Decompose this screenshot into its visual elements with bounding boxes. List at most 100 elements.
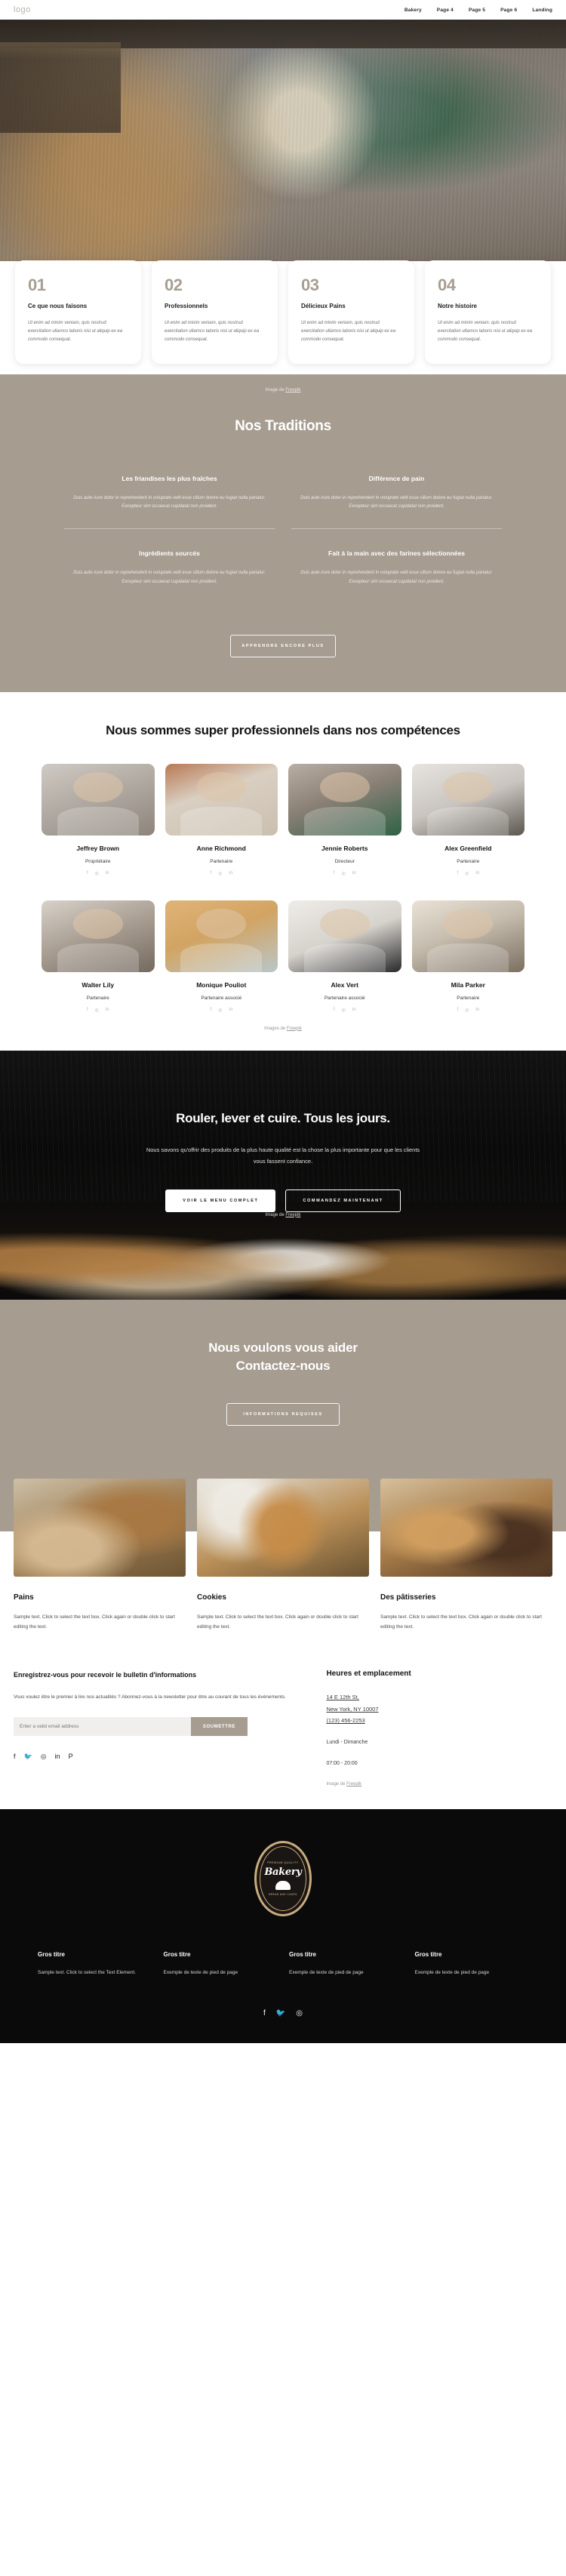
product-title: Des pâtisseries xyxy=(380,1593,436,1602)
team-member-role: Partenaire associé xyxy=(324,995,365,1001)
team-member[interactable]: Jeffrey Brown Propriétaire f ◎ in xyxy=(42,763,155,876)
linkedin-icon[interactable]: in xyxy=(229,1008,232,1013)
site-logo[interactable]: logo xyxy=(14,5,31,14)
team-member-social: f ◎ in xyxy=(288,1008,401,1013)
footer-column-text: Exemple de texte de pied de page xyxy=(414,1969,490,1975)
team-member[interactable]: Anne Richmond Partenaire f ◎ in xyxy=(165,763,278,876)
product-image-breads xyxy=(14,1478,186,1577)
instagram-icon[interactable]: ◎ xyxy=(218,1008,222,1013)
team-member[interactable]: Mila Parker Partenaire f ◎ in xyxy=(411,900,524,1013)
feature-card[interactable]: 04 Notre histoire Ut enim ad minim venia… xyxy=(425,260,551,365)
team-member[interactable]: Jennie Roberts Directeur f ◎ in xyxy=(288,763,401,876)
required-info-button[interactable]: INFORMATIONS REQUISES xyxy=(226,1402,340,1426)
product-text: Sample text. Click to select the text bo… xyxy=(197,1614,358,1630)
facebook-icon[interactable]: f xyxy=(457,871,458,876)
feature-card[interactable]: 03 Délicieux Pains Ut enim ad minim veni… xyxy=(288,260,414,365)
bakery-badge-logo[interactable]: PREMIUM QUALITY Bakery BREAD AND CAKES xyxy=(254,1840,312,1916)
team-member-photo xyxy=(165,763,278,836)
facebook-icon[interactable]: f xyxy=(457,1008,458,1013)
feature-card-number: 02 xyxy=(165,275,183,294)
nav-item-page-4[interactable]: Page 4 xyxy=(437,8,454,13)
address-line-1[interactable]: 14 E 12th St, xyxy=(326,1691,552,1703)
products-section: Pains Sample text. Click to select the t… xyxy=(0,1461,566,1632)
products-grid: Pains Sample text. Click to select the t… xyxy=(0,1462,566,1632)
team-member-social: f ◎ in xyxy=(412,871,525,876)
footer-badge-wrap: PREMIUM QUALITY Bakery BREAD AND CAKES xyxy=(0,1840,566,1916)
product-image-pastries xyxy=(380,1478,552,1577)
team-member-social: f ◎ in xyxy=(288,871,401,876)
nav-item-bakery[interactable]: Bakery xyxy=(405,8,422,13)
tradition-item: Ingrédients sourcés Duis aute irure dolo… xyxy=(64,529,275,603)
linkedin-icon[interactable]: in xyxy=(352,871,356,876)
twitter-icon[interactable]: 🐦 xyxy=(24,1753,32,1761)
feature-card[interactable]: 02 Professionnels Ut enim ad minim venia… xyxy=(152,260,278,365)
feature-card-title: Délicieux Pains xyxy=(301,303,346,309)
footer-column-text: Exemple de texte de pied de page xyxy=(289,1969,364,1975)
facebook-icon[interactable]: f xyxy=(210,1008,211,1013)
tradition-text: Duis aute irure dolor in reprehenderit i… xyxy=(300,495,493,509)
hours-column: Heures et emplacement 14 E 12th St, New … xyxy=(326,1670,552,1787)
instagram-icon[interactable]: ◎ xyxy=(465,871,469,876)
freepik-link[interactable]: Freepik xyxy=(285,1213,300,1217)
team-grid-row-2: Walter Lily Partenaire f ◎ in Monique Po… xyxy=(0,876,566,1013)
linkedin-icon[interactable]: in xyxy=(352,1008,356,1013)
freepik-link[interactable]: Freepik xyxy=(287,1026,302,1031)
product-card[interactable]: Pains Sample text. Click to select the t… xyxy=(14,1478,186,1632)
instagram-icon[interactable]: ◎ xyxy=(296,2009,303,2017)
nav-item-page-6[interactable]: Page 6 xyxy=(500,8,517,13)
product-card[interactable]: Des pâtisseries Sample text. Click to se… xyxy=(380,1478,552,1632)
instagram-icon[interactable]: ◎ xyxy=(41,1753,47,1761)
pinterest-icon[interactable]: P xyxy=(69,1753,73,1761)
team-member[interactable]: Alex Greenfield Partenaire f ◎ in xyxy=(411,763,525,876)
twitter-icon[interactable]: 🐦 xyxy=(276,2009,285,2017)
team-member[interactable]: Monique Pouliot Partenaire associé f ◎ i… xyxy=(165,900,278,1013)
phone-link[interactable]: (123) 456-2253 xyxy=(326,1715,552,1727)
nav-item-landing[interactable]: Landing xyxy=(532,8,552,13)
linkedin-icon[interactable]: in xyxy=(229,871,232,876)
instagram-icon[interactable]: ◎ xyxy=(218,871,222,876)
instagram-icon[interactable]: ◎ xyxy=(95,871,99,876)
facebook-icon[interactable]: f xyxy=(334,1008,335,1013)
footer-column: Gros titre Exemple de texte de pied de p… xyxy=(164,1951,278,1978)
hero-shelf-decor xyxy=(0,42,121,133)
facebook-icon[interactable]: f xyxy=(334,871,335,876)
footer-column-title: Gros titre xyxy=(163,1950,191,1958)
team-member-photo xyxy=(411,763,524,836)
product-text: Sample text. Click to select the text bo… xyxy=(380,1614,542,1630)
team-member-role: Partenaire xyxy=(457,858,480,864)
learn-more-button[interactable]: APPRENDRE ENCORE PLUS xyxy=(230,635,336,658)
instagram-icon[interactable]: ◎ xyxy=(342,1008,346,1013)
footer-column-text: Exemple de texte de pied de page xyxy=(163,1969,238,1975)
hours-heading: Heures et emplacement xyxy=(326,1669,411,1678)
linkedin-icon[interactable]: in xyxy=(106,1008,109,1013)
facebook-icon[interactable]: f xyxy=(210,871,211,876)
team-member-role: Partenaire xyxy=(210,858,233,864)
contact-title-line-2: Contactez-nous xyxy=(235,1359,331,1374)
team-member[interactable]: Walter Lily Partenaire f ◎ in xyxy=(42,900,155,1013)
facebook-icon[interactable]: f xyxy=(14,1753,16,1761)
feature-card[interactable]: 01 Ce que nous faisons Ut enim ad minim … xyxy=(15,260,141,365)
team-member[interactable]: Alex Vert Partenaire associé f ◎ in xyxy=(288,900,401,1013)
linkedin-icon[interactable]: in xyxy=(475,1008,479,1013)
view-menu-button[interactable]: VOIR LE MENU COMPLET xyxy=(165,1189,276,1212)
email-input[interactable] xyxy=(14,1717,191,1737)
instagram-icon[interactable]: ◎ xyxy=(95,1008,99,1013)
linkedin-icon[interactable]: in xyxy=(106,871,109,876)
linkedin-icon[interactable]: in xyxy=(475,871,479,876)
nav-item-page-5[interactable]: Page 5 xyxy=(469,8,485,13)
facebook-icon[interactable]: f xyxy=(87,1008,88,1013)
product-card[interactable]: Cookies Sample text. Click to select the… xyxy=(197,1478,369,1632)
facebook-icon[interactable]: f xyxy=(87,871,88,876)
team-member-photo xyxy=(288,763,401,836)
freepik-link[interactable]: Freepik xyxy=(285,388,300,392)
linkedin-icon[interactable]: in xyxy=(55,1753,60,1761)
submit-button[interactable]: SOUMETTRE xyxy=(190,1717,248,1737)
team-member-photo xyxy=(42,763,155,836)
address-line-2[interactable]: New York, NY 10007 xyxy=(326,1703,552,1716)
instagram-icon[interactable]: ◎ xyxy=(342,871,346,876)
order-now-button[interactable]: COMMANDEZ MAINTENANT xyxy=(285,1189,401,1212)
instagram-icon[interactable]: ◎ xyxy=(465,1008,469,1013)
facebook-icon[interactable]: f xyxy=(263,2009,266,2017)
badge-bottom-text: BREAD AND CAKES xyxy=(269,1892,297,1896)
freepik-link[interactable]: Freepik xyxy=(346,1782,361,1787)
